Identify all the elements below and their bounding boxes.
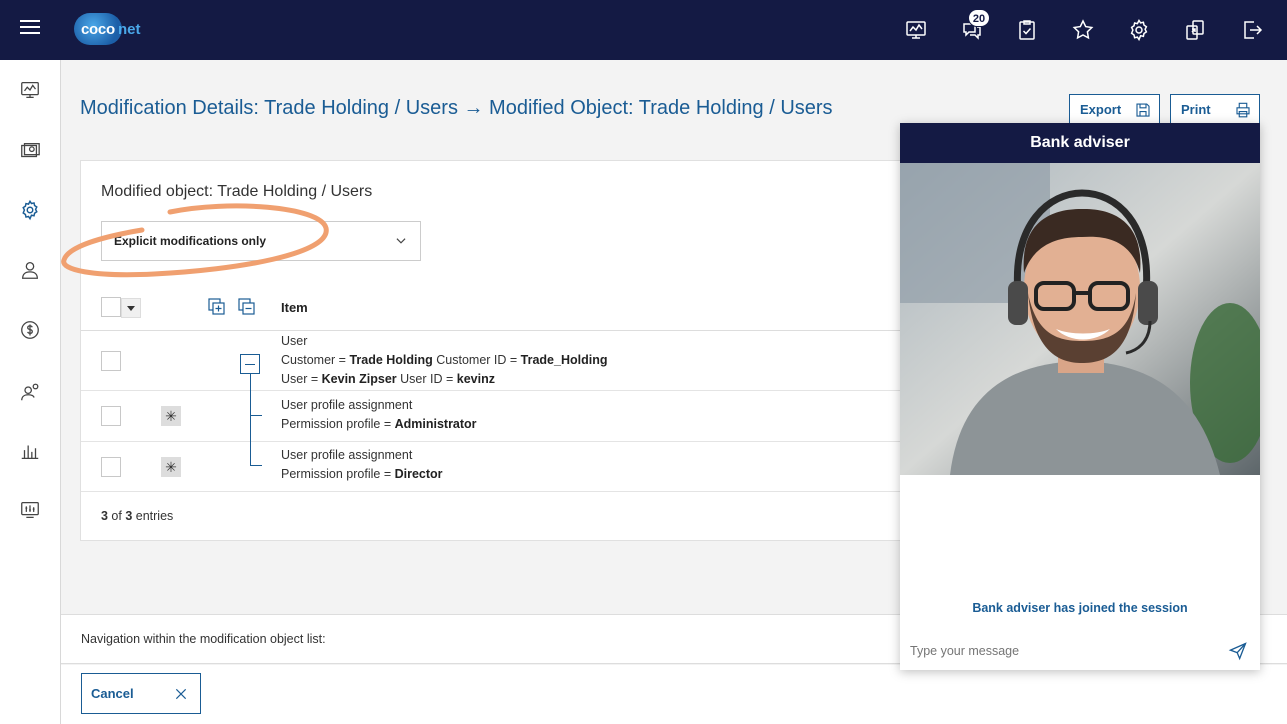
- page-title: Modification Details: Trade Holding / Us…: [80, 97, 833, 119]
- transfer-icon[interactable]: [1183, 18, 1207, 42]
- chat-panel: Bank adviser Bank adviser has joined the…: [900, 123, 1260, 670]
- cancel-label: Cancel: [91, 686, 134, 701]
- table-row: ✳ User profile assignment Permission pro…: [81, 443, 919, 492]
- item-detail: Customer = Trade Holding Customer ID = T…: [281, 353, 608, 367]
- item-detail: User = Kevin Zipser User ID = kevinz: [281, 372, 495, 386]
- collapse-all-icon[interactable]: [237, 297, 257, 317]
- card-subtitle: Modified object: Trade Holding / Users: [101, 183, 373, 200]
- column-header-item: Item: [281, 300, 308, 315]
- menu-icon[interactable]: [20, 20, 40, 40]
- item-detail: Permission profile = Administrator: [281, 417, 477, 431]
- export-label: Export: [1080, 102, 1122, 117]
- send-icon[interactable]: [1228, 641, 1248, 661]
- row-checkbox[interactable]: [101, 351, 121, 371]
- item-type: User profile assignment: [281, 448, 413, 462]
- modified-object-card: Modified object: Trade Holding / Users E…: [80, 160, 920, 541]
- chart-icon[interactable]: [19, 440, 41, 462]
- item-detail: Permission profile = Director: [281, 467, 443, 481]
- user-settings-icon[interactable]: [19, 381, 41, 403]
- save-icon: [1136, 103, 1150, 117]
- logo-text-part1: coco: [81, 21, 115, 38]
- accounts-icon[interactable]: [19, 140, 41, 162]
- modification-filter-select[interactable]: Explicit modifications only: [101, 221, 421, 261]
- table-row: ✳ User profile assignment Permission pro…: [81, 392, 919, 442]
- asterisk-icon: ✳: [161, 457, 181, 477]
- table-row: User Customer = Trade Holding Customer I…: [81, 332, 919, 391]
- item-type: User: [281, 334, 308, 348]
- row-text: User profile assignment Permission profi…: [281, 446, 443, 484]
- top-bar: coco net 20: [0, 0, 1287, 60]
- item-type: User profile assignment: [281, 398, 413, 412]
- notification-badge: 20: [968, 9, 990, 27]
- chat-status-message: Bank adviser has joined the session: [972, 601, 1188, 615]
- adviser-video: [900, 163, 1260, 475]
- star-icon[interactable]: [1071, 18, 1095, 42]
- settings-icon[interactable]: [1127, 18, 1151, 42]
- printer-icon: [1236, 102, 1250, 118]
- row-checkbox[interactable]: [101, 457, 121, 477]
- export-button[interactable]: Export: [1069, 94, 1160, 126]
- asterisk-icon: ✳: [161, 406, 181, 426]
- print-button[interactable]: Print: [1170, 94, 1260, 126]
- currency-icon[interactable]: [19, 319, 41, 341]
- filter-selected-value: Explicit modifications only: [114, 234, 267, 248]
- chevron-down-icon: [396, 238, 406, 244]
- bottom-bar: [61, 665, 1287, 724]
- tree-connector: [250, 374, 251, 465]
- select-options-dropdown[interactable]: [121, 298, 141, 318]
- row-text: User Customer = Trade Holding Customer I…: [281, 332, 607, 389]
- monitor-icon[interactable]: [19, 499, 41, 521]
- collapse-node-icon[interactable]: [240, 354, 260, 374]
- row-text: User profile assignment Permission profi…: [281, 396, 477, 434]
- dashboard-icon[interactable]: [19, 79, 41, 101]
- adviser-portrait-image: [900, 163, 1260, 475]
- user-icon[interactable]: [19, 259, 41, 281]
- chat-title: Bank adviser: [900, 123, 1260, 163]
- expand-all-icon[interactable]: [207, 297, 227, 317]
- table-header: Item: [81, 283, 919, 331]
- tasks-icon[interactable]: [1015, 18, 1039, 42]
- close-icon: [175, 688, 187, 700]
- chat-message-input[interactable]: [910, 640, 1210, 662]
- tree-connector: [250, 415, 262, 416]
- logo-text-part2: net: [118, 21, 141, 38]
- navigation-label: Navigation within the modification objec…: [81, 632, 326, 646]
- logout-icon[interactable]: [1240, 18, 1264, 42]
- row-checkbox[interactable]: [101, 406, 121, 426]
- sidebar: [0, 60, 61, 724]
- settings-icon[interactable]: [19, 199, 41, 221]
- print-label: Print: [1181, 102, 1211, 117]
- cancel-button[interactable]: Cancel: [81, 673, 201, 714]
- select-all-checkbox[interactable]: [101, 297, 121, 317]
- entries-count: 3 of 3 entries: [101, 509, 174, 523]
- tree-connector: [250, 465, 262, 466]
- dashboard-icon[interactable]: [904, 18, 928, 42]
